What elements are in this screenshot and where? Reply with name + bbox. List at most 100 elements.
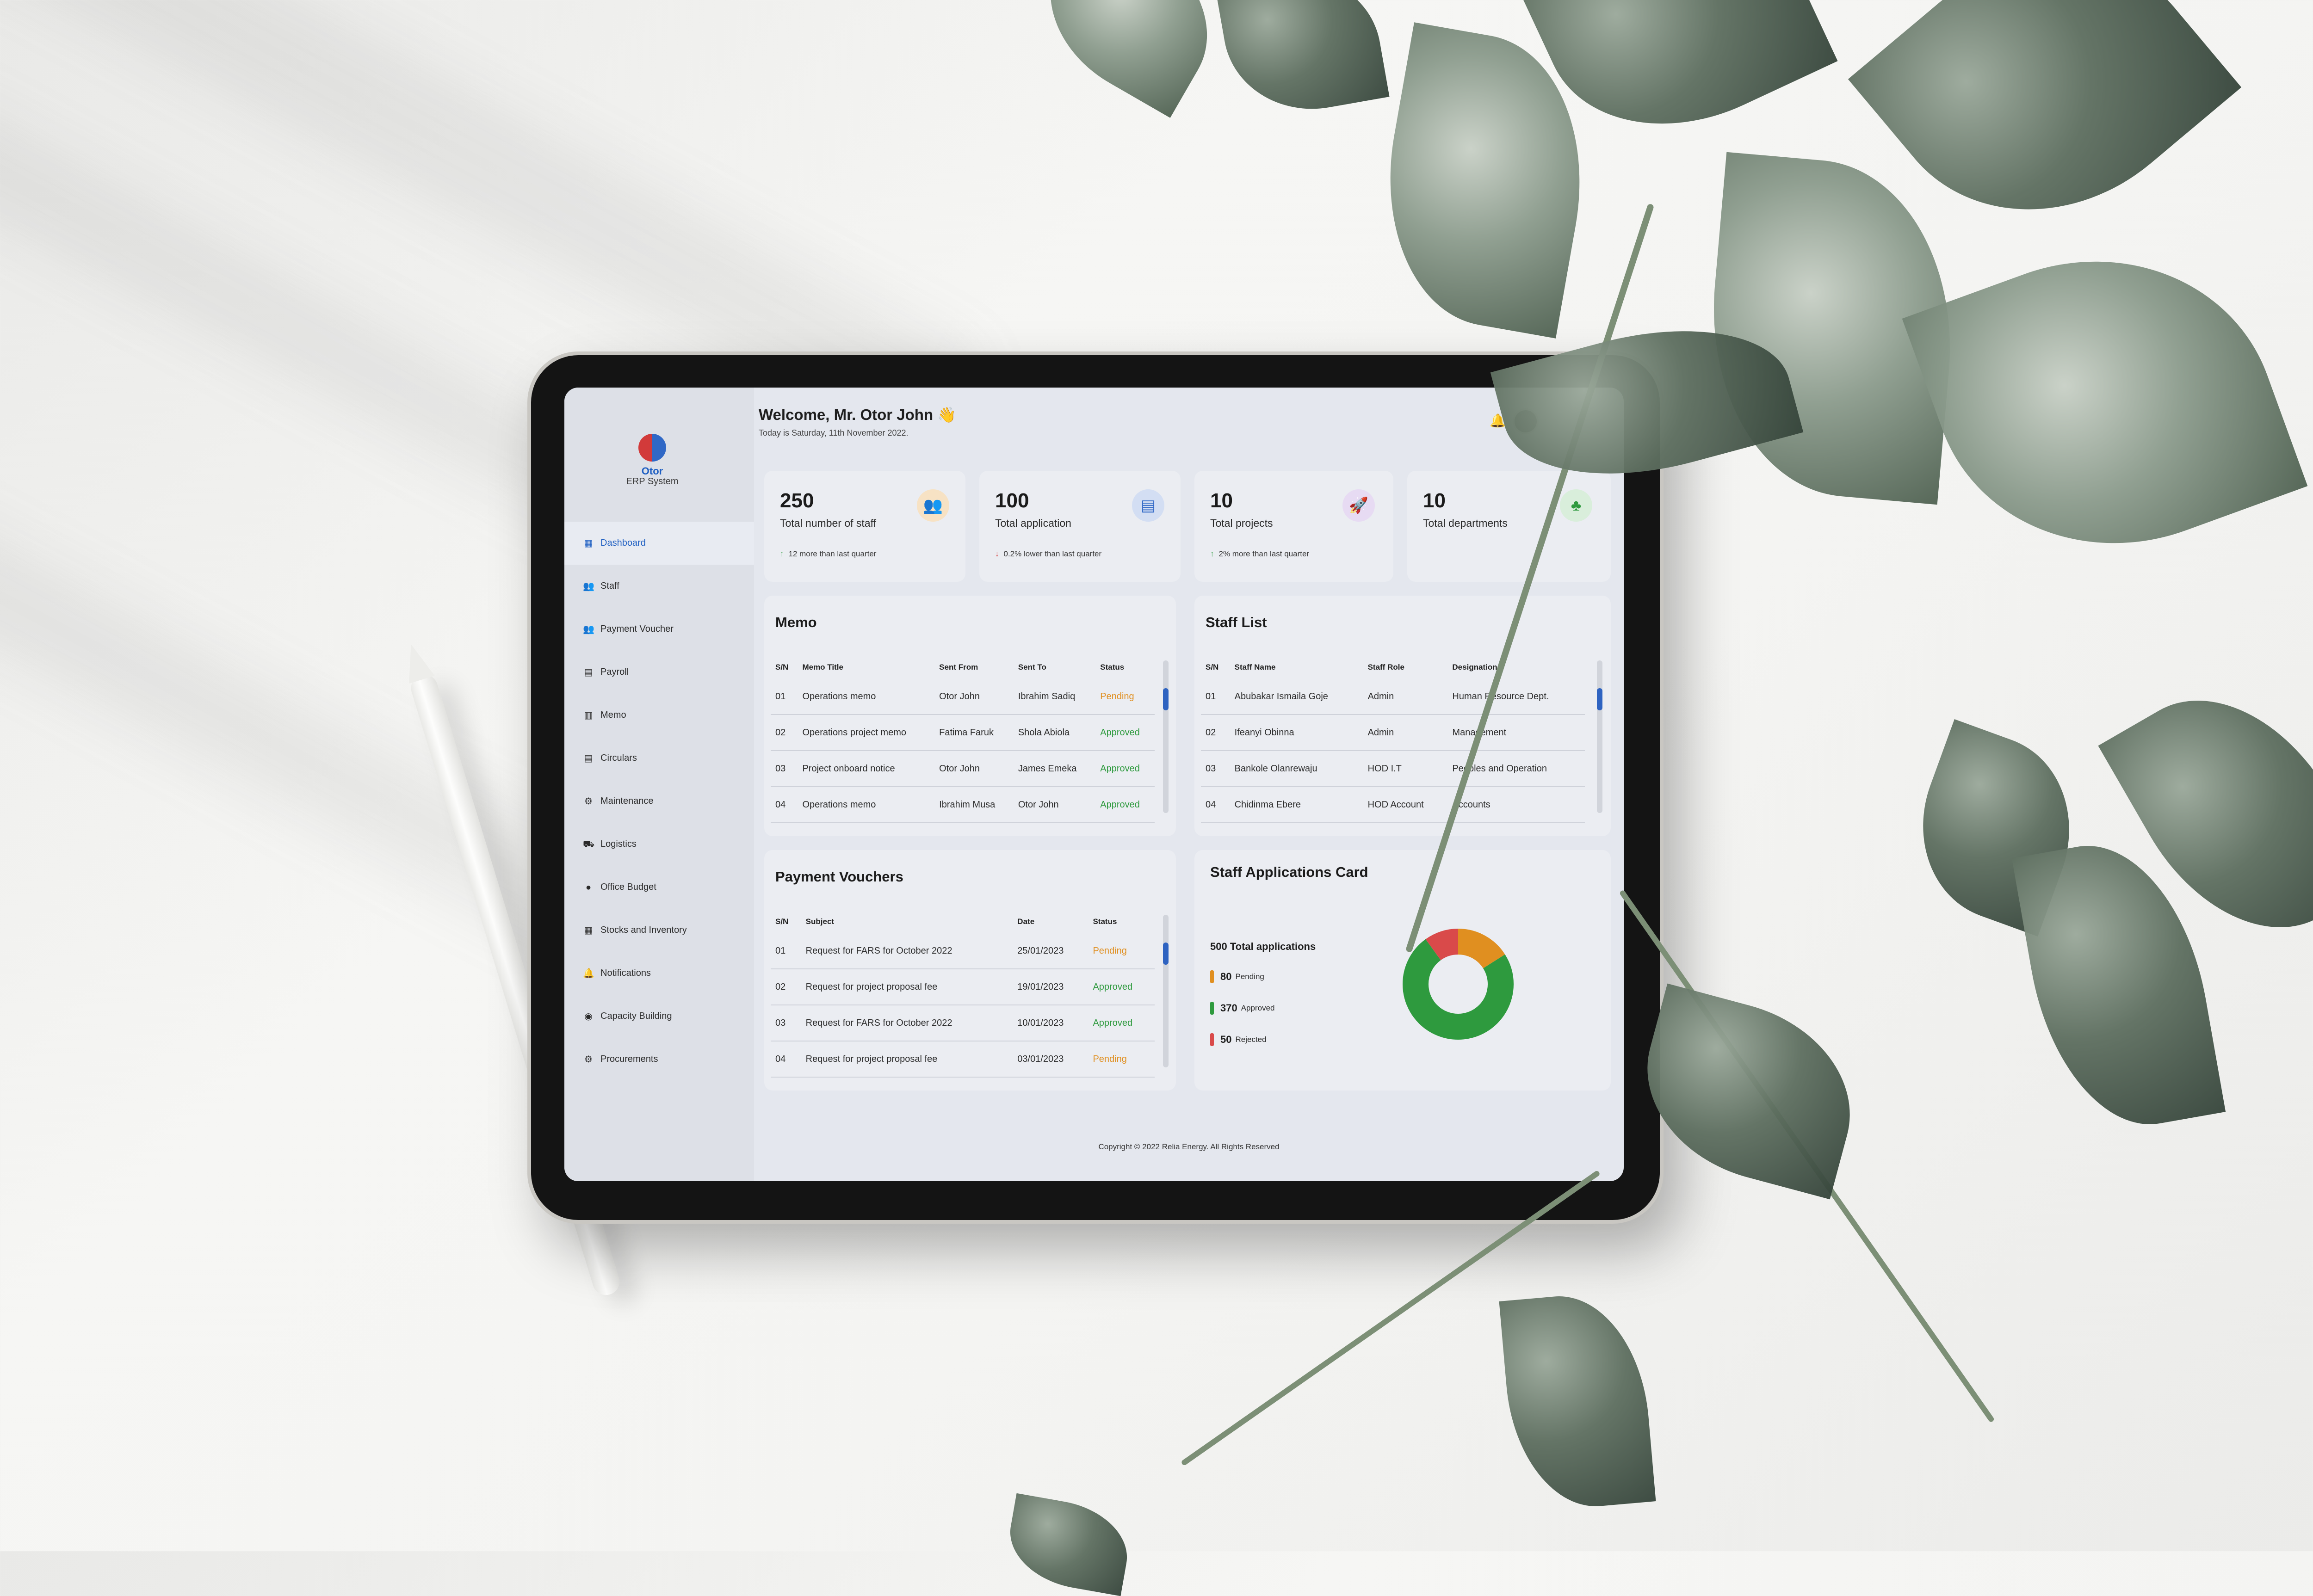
plant-leaf xyxy=(1215,0,1390,123)
sidebar-item-payroll[interactable]: ▤ Payroll xyxy=(564,651,754,694)
table-row[interactable]: 02 Operations project memo Fatima Faruk Sho… xyxy=(771,715,1155,751)
sidebar-item-procurements[interactable]: ⚙ Procurements xyxy=(564,1038,754,1081)
legend-value: 50 xyxy=(1220,1034,1232,1045)
table-row[interactable]: 02 Request for project proposal fee 19/01/… xyxy=(771,969,1155,1005)
legend-label: Rejected xyxy=(1235,1035,1267,1044)
staff-icon: 👥 xyxy=(917,489,949,522)
memo-icon: ▥ xyxy=(584,710,593,721)
plant-leaf xyxy=(1499,1289,1656,1514)
sidebar-item-label: Stocks and Inventory xyxy=(600,925,687,935)
money-bag-icon: ● xyxy=(585,882,592,893)
arrow-down-icon: ↓ xyxy=(995,549,999,558)
truck-icon: ⛟ xyxy=(583,839,595,850)
status-badge: Pending xyxy=(1088,1041,1155,1078)
sidebar-item-dashboard[interactable]: ▦ Dashboard xyxy=(564,522,754,565)
dashboard-grid-icon: ▦ xyxy=(584,538,593,548)
stat-value: 10 xyxy=(1210,489,1233,512)
table-row[interactable]: 04 Request for project proposal fee 03/01/… xyxy=(771,1041,1155,1078)
sidebar-item-capacity-building[interactable]: ◉ Capacity Building xyxy=(564,995,754,1038)
org-chart-icon: ♣ xyxy=(1560,489,1592,522)
plant-leaf xyxy=(1902,208,2308,597)
table-header: Staff Role xyxy=(1367,663,1404,672)
stat-label: Total projects xyxy=(1210,517,1273,529)
sidebar-item-notifications[interactable]: 🔔 Notifications xyxy=(564,952,754,995)
staff-applications-panel: Staff Applications Card 500 Total applic… xyxy=(1194,850,1611,1091)
sidebar-item-label: Circulars xyxy=(600,753,637,763)
table-header: S/N xyxy=(775,917,789,926)
legend-swatch xyxy=(1210,1002,1214,1015)
date-text: Today is Saturday, 11th November 2022. xyxy=(759,428,909,438)
arrow-up-icon: ↑ xyxy=(780,549,784,558)
legend-pending: 80 Pending xyxy=(1210,970,1264,983)
sidebar: Otor ERP System ▦ Dashboard 👥 Staff 👥 Payme… xyxy=(564,388,754,1181)
memo-panel: Memo S/N Memo Title Sent From Sent To St… xyxy=(764,596,1176,836)
table-row[interactable]: 01 Abubakar Ismaila Goje Admin Human Resour… xyxy=(1201,679,1585,715)
table-header: Subject xyxy=(805,917,835,926)
table-row[interactable]: 01 Request for FARS for October 2022 25/01… xyxy=(771,933,1155,969)
legend-value: 370 xyxy=(1220,1002,1237,1014)
stat-trend: ↑ 12 more than last quarter xyxy=(780,549,877,558)
sidebar-item-label: Office Budget xyxy=(600,882,656,892)
memo-title: Memo xyxy=(775,614,817,630)
table-header: Sent From xyxy=(939,663,978,672)
sidebar-item-staff[interactable]: 👥 Staff xyxy=(564,565,754,608)
applications-total: 500 Total applications xyxy=(1210,941,1316,952)
table-row[interactable]: 02Ifeanyi ObinnaAdminManagement xyxy=(1201,715,1585,751)
payment-vouchers-title: Payment Vouchers xyxy=(775,869,903,885)
plant-leaf xyxy=(1018,0,1240,118)
payment-vouchers-panel: Payment Vouchers S/N Subject Date Status… xyxy=(764,850,1176,1091)
sidebar-item-label: Capacity Building xyxy=(600,1011,672,1021)
table-row[interactable]: 04 Operations memo Ibrahim Musa Otor John Ap… xyxy=(771,787,1155,823)
vouchers-scrollbar[interactable] xyxy=(1163,915,1169,1067)
sidebar-item-label: Payment Voucher xyxy=(600,624,674,634)
status-badge: Pending xyxy=(1095,679,1155,715)
plant-leaf xyxy=(1002,1493,1135,1596)
table-row[interactable]: 03 Project onboard notice Otor John James E… xyxy=(771,751,1155,787)
stat-trend: ↓ 0.2% lower than last quarter xyxy=(995,549,1102,558)
logo-icon xyxy=(638,434,666,462)
stat-value: 100 xyxy=(995,489,1029,512)
stat-value: 10 xyxy=(1423,489,1446,512)
staff-applications-title: Staff Applications Card xyxy=(1210,864,1368,880)
table-row[interactable]: 03 Request for FARS for October 2022 10/01… xyxy=(771,1005,1155,1041)
sidebar-item-label: Procurements xyxy=(600,1054,658,1064)
stat-value: 250 xyxy=(780,489,814,512)
sidebar-item-maintenance[interactable]: ⚙ Maintenance xyxy=(564,780,754,823)
table-row[interactable]: 03 Bankole Olanrewaju HOD I.T Peoples and O… xyxy=(1201,751,1585,787)
sidebar-item-logistics[interactable]: ⛟ Logistics xyxy=(564,823,754,866)
gear-icon: ⚙ xyxy=(584,796,593,807)
sidebar-item-stocks-inventory[interactable]: ▦ Stocks and Inventory xyxy=(564,909,754,952)
table-row[interactable]: 01 Operations memo Otor John Ibrahim Sadiq P… xyxy=(771,679,1155,715)
payment-vouchers-table: S/N Subject Date Status 01 Request for FA… xyxy=(771,910,1155,1078)
table-row[interactable]: 04 Chidinma Ebere HOD Account Accounts xyxy=(1201,787,1585,823)
stat-card-departments: 10 Total departments ♣ xyxy=(1407,471,1611,582)
sidebar-item-circulars[interactable]: ▤ Circulars xyxy=(564,737,754,780)
cart-icon: ⚙ xyxy=(584,1054,593,1065)
inventory-icon: ▦ xyxy=(584,925,593,936)
staff-list-panel: Staff List S/N Staff Name Staff Role Des… xyxy=(1194,596,1611,836)
status-badge: Pending xyxy=(1088,933,1155,969)
sidebar-item-payment-voucher[interactable]: 👥 Payment Voucher xyxy=(564,608,754,651)
sidebar-nav: ▦ Dashboard 👥 Staff 👥 Payment Voucher ▤ Payr… xyxy=(564,522,754,1081)
sidebar-item-label: Memo xyxy=(600,710,626,720)
sidebar-item-label: Notifications xyxy=(600,968,651,978)
sidebar-item-label: Payroll xyxy=(600,667,629,677)
applications-donut-chart xyxy=(1403,929,1514,1040)
legend-swatch xyxy=(1210,1033,1214,1046)
table-header: Sent To xyxy=(1018,663,1046,672)
staff-scrollbar[interactable] xyxy=(1597,660,1602,813)
sidebar-item-office-budget[interactable]: ● Office Budget xyxy=(564,866,754,909)
memo-scrollbar[interactable] xyxy=(1163,660,1169,813)
table-header: Staff Name xyxy=(1234,663,1276,672)
bell-icon: 🔔 xyxy=(583,968,594,979)
rocket-icon: 🚀 xyxy=(1342,489,1375,522)
document-icon: ▤ xyxy=(584,667,593,678)
sidebar-item-memo[interactable]: ▥ Memo xyxy=(564,694,754,737)
users-icon: 👥 xyxy=(583,624,594,635)
stat-card-staff: 250 Total number of staff ↑ 12 more than … xyxy=(764,471,965,582)
legend-rejected: 50 Rejected xyxy=(1210,1033,1267,1046)
stat-label: Total number of staff xyxy=(780,517,876,529)
stat-card-applications: 100 Total application ↓ 0.2% lower than l… xyxy=(979,471,1181,582)
welcome-title: Welcome, Mr. Otor John 👋 xyxy=(759,406,957,423)
table-header: S/N xyxy=(775,663,789,672)
